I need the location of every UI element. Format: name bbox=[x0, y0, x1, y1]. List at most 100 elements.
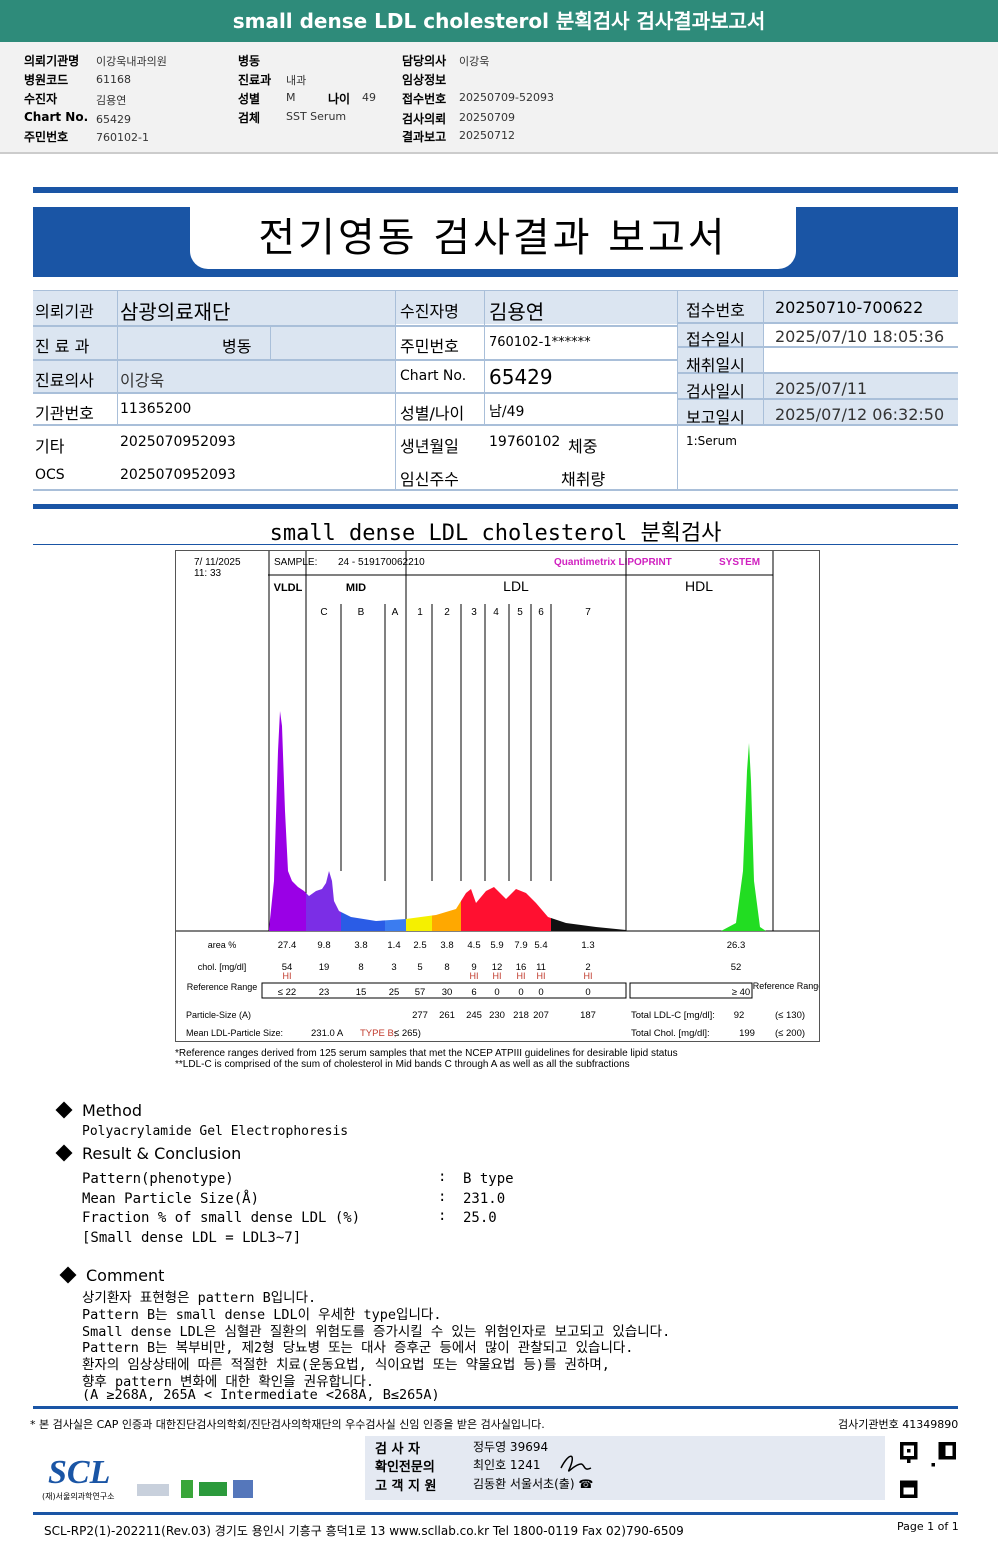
signature bbox=[560, 1455, 592, 1472]
value: 49 bbox=[362, 91, 376, 104]
chol-value: 5 bbox=[417, 962, 422, 973]
page-number: Page 1 of 1 bbox=[897, 1520, 959, 1533]
tester: 정두영 39694 bbox=[473, 1440, 549, 1454]
band-label: 1 bbox=[417, 607, 423, 618]
lab-number: 검사기관번호 41349890 bbox=[838, 1418, 959, 1431]
band-label: 5 bbox=[517, 607, 523, 618]
ref-label-right: Reference Range bbox=[753, 981, 819, 991]
label: 검사의뢰 bbox=[402, 112, 447, 126]
label: 의뢰기관명 bbox=[24, 54, 80, 68]
result-key: Mean Particle Size(Å) bbox=[82, 1191, 260, 1207]
band-label: 3 bbox=[471, 607, 477, 618]
size-value: 218 bbox=[513, 1010, 529, 1021]
chol-value: 8 bbox=[358, 962, 363, 973]
band-label: 4 bbox=[493, 607, 499, 618]
label: 주민번호 bbox=[400, 337, 459, 356]
label: OCS bbox=[35, 467, 65, 483]
label: 접수일시 bbox=[686, 330, 745, 349]
area-value: 7.9 bbox=[514, 940, 527, 951]
comment-line: (A ≥268A, 265A < Intermediate <268A, B≤2… bbox=[82, 1386, 440, 1403]
ref-value: 0 bbox=[585, 987, 590, 998]
label: 수진자명 bbox=[400, 302, 459, 321]
patient: 김용연 bbox=[489, 300, 545, 324]
label: 채취량 bbox=[561, 470, 606, 489]
ref-value: 23 bbox=[319, 987, 330, 998]
value: 내과 bbox=[286, 74, 307, 87]
band-label: 2 bbox=[444, 607, 450, 618]
size-value: 245 bbox=[466, 1010, 482, 1021]
hi-flag: HI bbox=[493, 971, 502, 981]
hi-flag: HI bbox=[537, 971, 546, 981]
rrn: 760102-1****** bbox=[489, 335, 591, 350]
accreditation-logos bbox=[137, 1480, 255, 1500]
result-key: Pattern(phenotype) bbox=[82, 1171, 234, 1187]
label: 체중 bbox=[568, 437, 598, 456]
divider bbox=[33, 1406, 958, 1409]
area-value: 1.4 bbox=[387, 940, 400, 951]
row-label: Mean LDL-Particle Size: bbox=[186, 1028, 283, 1038]
label: 주민번호 bbox=[24, 130, 69, 144]
confirm-doctor: 최인호 1241 bbox=[473, 1458, 541, 1472]
value: 이강욱 bbox=[459, 55, 490, 68]
test-dt: 2025/07/11 bbox=[775, 379, 868, 398]
label: 진료과 bbox=[238, 73, 272, 87]
sex-age: 남/49 bbox=[489, 404, 525, 420]
label: 진료의사 bbox=[35, 371, 94, 390]
area-value: 5.9 bbox=[490, 940, 503, 951]
label: 병원코드 bbox=[24, 73, 69, 87]
specimen: 1:Serum bbox=[686, 434, 737, 448]
report-title: 전기영동 검사결과 보고서 bbox=[190, 207, 796, 269]
ref-value: 25 bbox=[389, 987, 400, 998]
group-label: MID bbox=[346, 582, 366, 594]
scl-logo: SCL bbox=[48, 1454, 111, 1491]
area-value: 2.5 bbox=[413, 940, 426, 951]
fraction-value: 25.0 bbox=[463, 1210, 497, 1226]
chol-value: 19 bbox=[319, 962, 330, 973]
value: 20250709 bbox=[459, 111, 515, 124]
area-value: 26.3 bbox=[727, 940, 746, 951]
bullet-icon bbox=[59, 1266, 77, 1284]
lipoprint-chart: 7/ 11/2025 11: 33 SAMPLE: 24 - 519170062… bbox=[175, 550, 820, 1042]
label: 임상정보 bbox=[402, 73, 447, 87]
label: 수진자 bbox=[24, 92, 58, 106]
label: 생년월일 bbox=[400, 437, 459, 456]
ref-value: 0 bbox=[538, 987, 543, 998]
section-title: small dense LDL cholesterol 분획검사 bbox=[33, 515, 958, 546]
label: 나이 bbox=[328, 92, 351, 106]
pattern-value: B type bbox=[463, 1171, 514, 1187]
method-text: Polyacrylamide Gel Electrophoresis bbox=[82, 1124, 349, 1139]
value: 61168 bbox=[96, 73, 131, 86]
label: 병동 bbox=[222, 337, 252, 356]
label: 결과보고 bbox=[402, 130, 447, 144]
label: 병동 bbox=[238, 54, 261, 68]
total-chol-label: Total Chol. [mg/dl]: bbox=[631, 1028, 710, 1039]
area-value: 4.5 bbox=[467, 940, 480, 951]
method-title: Method bbox=[82, 1101, 143, 1120]
area-value: 1.3 bbox=[581, 940, 594, 951]
result-key: Fraction % of small dense LDL (%) bbox=[82, 1210, 361, 1226]
value: 김용연 bbox=[96, 94, 127, 107]
mean-ref: ≤ 265) bbox=[394, 1028, 421, 1039]
top-title: small dense LDL cholesterol 분획검사 검사결과보고서 bbox=[0, 0, 998, 42]
label: 성별 bbox=[238, 92, 261, 106]
ref-value: 0 bbox=[518, 987, 523, 998]
total-chol: 199 bbox=[739, 1028, 755, 1039]
total-ldl-label: Total LDL-C [mg/dl]: bbox=[631, 1010, 715, 1021]
institution: 삼광의료재단 bbox=[120, 300, 231, 324]
band-label: A bbox=[392, 607, 399, 618]
label: 고 객 지 원 bbox=[375, 1479, 437, 1494]
chol-value: 8 bbox=[444, 962, 449, 973]
area-value: 3.8 bbox=[440, 940, 453, 951]
mean-size: 231.0 A bbox=[311, 1028, 344, 1039]
ref-value: 30 bbox=[442, 987, 453, 998]
label: 접수번호 bbox=[686, 301, 745, 320]
band-label: C bbox=[320, 607, 327, 618]
ref-value: 0 bbox=[494, 987, 499, 998]
label: 검사일시 bbox=[686, 382, 745, 401]
group-label: LDL bbox=[503, 578, 529, 594]
label: 보고일시 bbox=[686, 408, 745, 427]
fraction-hdl bbox=[721, 743, 766, 931]
area-value: 3.8 bbox=[354, 940, 367, 951]
hi-flag: HI bbox=[470, 971, 479, 981]
bullet-icon bbox=[55, 1144, 73, 1162]
